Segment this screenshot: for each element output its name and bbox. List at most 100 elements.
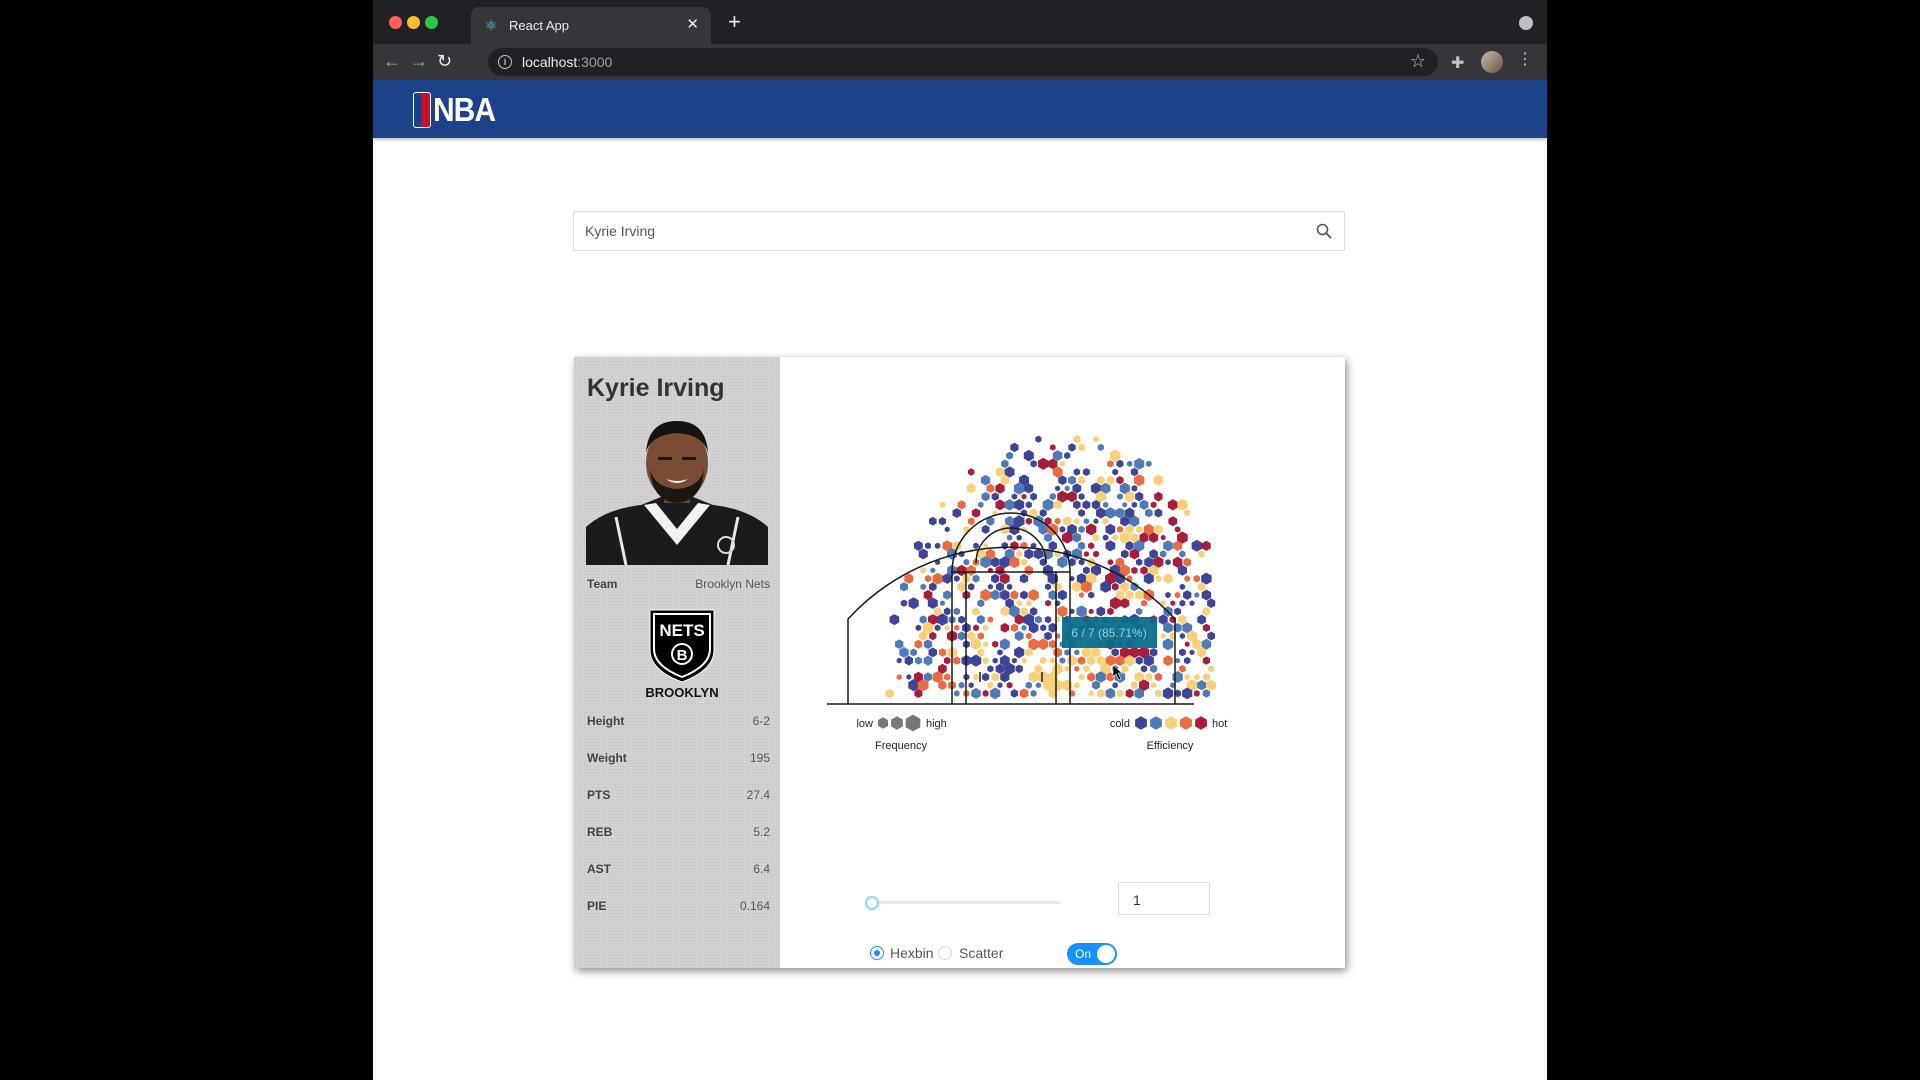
hexbin-cell[interactable] [1057, 589, 1067, 601]
hexbin-cell[interactable] [1058, 475, 1067, 485]
hexbin-cell[interactable] [896, 674, 902, 680]
hexbin-cell[interactable] [1040, 656, 1047, 665]
hexbin-cell[interactable] [1125, 590, 1134, 600]
hexbin-cell[interactable] [1021, 493, 1027, 500]
hexbin-cell[interactable] [1072, 483, 1082, 494]
hexbin-cell[interactable] [1064, 665, 1070, 672]
hexbin-cell[interactable] [1162, 687, 1174, 700]
hexbin-cell[interactable] [1179, 665, 1186, 673]
hexbin-cell[interactable] [1149, 549, 1158, 559]
hexbin-cell[interactable] [1010, 442, 1019, 453]
hexbin-cell[interactable] [957, 500, 966, 510]
hexbin-cell[interactable] [1096, 507, 1106, 519]
hexbin-cell[interactable] [1055, 485, 1061, 492]
hexbin-cell[interactable] [1000, 589, 1010, 601]
hexbin-cell[interactable] [1062, 679, 1073, 692]
tab-search-icon[interactable] [1519, 16, 1533, 30]
new-tab-button[interactable]: + [728, 11, 741, 33]
hexbin-cell[interactable] [1130, 467, 1138, 477]
hexbin-cell[interactable] [1202, 540, 1211, 551]
hexbin-cell[interactable] [1073, 468, 1080, 476]
hexbin-cell[interactable] [904, 573, 914, 584]
hexbin-cell[interactable] [1021, 657, 1027, 664]
hexbin-cell[interactable] [990, 589, 1000, 601]
hexbin-cell[interactable] [953, 656, 961, 665]
hexbin-cell[interactable] [1076, 605, 1087, 618]
hexbin-cell[interactable] [967, 631, 976, 641]
hexbin-cell[interactable] [1163, 540, 1173, 552]
hexbin-cell[interactable] [1198, 550, 1205, 558]
hexbin-cell[interactable] [1140, 566, 1148, 575]
hexbin-cell[interactable] [1016, 534, 1022, 541]
hexbin-cell[interactable] [1030, 689, 1037, 697]
close-window-button[interactable] [389, 16, 402, 29]
hexbin-cell[interactable] [900, 582, 908, 592]
hexbin-cell[interactable] [1126, 460, 1133, 467]
hexbin-cell[interactable] [933, 607, 942, 616]
hexbin-cell[interactable] [1131, 485, 1138, 492]
hexbin-cell[interactable] [1010, 590, 1019, 600]
hexbin-cell[interactable] [1131, 681, 1138, 690]
hexbin-cell[interactable] [908, 597, 919, 610]
hexbin-cell[interactable] [1082, 468, 1090, 476]
hexbin-cell[interactable] [1024, 548, 1034, 560]
hexbin-cell[interactable] [977, 599, 985, 608]
hexbin-cell[interactable] [1125, 541, 1134, 551]
hexbin-cell[interactable] [1028, 671, 1039, 683]
hexbin-cell[interactable] [1112, 682, 1118, 689]
hexbin-cell[interactable] [1030, 492, 1037, 501]
hexbin-cell[interactable] [1135, 525, 1143, 534]
hexbin-cell[interactable] [1168, 516, 1178, 527]
hexbin-cell[interactable] [1179, 583, 1186, 590]
hexbin-cell[interactable] [1025, 648, 1033, 657]
hexbin-cell[interactable] [1179, 648, 1186, 657]
hexbin-cell[interactable] [1093, 550, 1099, 558]
hexbin-cell[interactable] [1077, 656, 1086, 665]
hexbin-cell[interactable] [923, 655, 933, 666]
hexbin-cell[interactable] [1135, 491, 1144, 502]
hexbin-cell[interactable] [1079, 592, 1085, 598]
hexbin-radio-label[interactable]: Hexbin [890, 945, 934, 961]
hexbin-cell[interactable] [1112, 468, 1119, 476]
forward-icon[interactable]: → [410, 50, 428, 72]
hexbin-cell[interactable] [1208, 665, 1215, 673]
hexbin-cell[interactable] [1175, 657, 1180, 664]
hexbin-cell[interactable] [1073, 500, 1081, 510]
hexbin-cell[interactable] [1034, 664, 1043, 674]
hexbin-cell[interactable] [992, 640, 999, 648]
hexbin-cell[interactable] [1020, 590, 1028, 600]
back-icon[interactable]: ← [383, 50, 401, 72]
hexbin-cell[interactable] [995, 483, 1005, 494]
hexbin-cell[interactable] [1042, 498, 1054, 511]
hexbin-cell[interactable] [1189, 600, 1195, 607]
minimize-window-button[interactable] [407, 16, 420, 29]
search-icon[interactable] [1316, 223, 1332, 239]
hexbin-cell[interactable] [1053, 647, 1062, 658]
hexbin-cell[interactable] [1107, 559, 1114, 566]
hexbin-cell[interactable] [1010, 623, 1019, 632]
hexbin-cell[interactable] [1154, 672, 1163, 682]
hexbin-cell[interactable] [1162, 638, 1174, 651]
hexbin-cell[interactable] [1140, 665, 1148, 673]
address-bar[interactable]: i localhost:3000 ☆ [488, 48, 1438, 76]
hexbin-cell[interactable] [982, 689, 989, 697]
hexbin-cell[interactable] [1038, 638, 1049, 650]
hexbin-cell[interactable] [1067, 491, 1077, 503]
hexbin-cell[interactable] [1053, 500, 1062, 510]
hexbin-cell[interactable] [885, 688, 894, 699]
hexbin-cell[interactable] [987, 583, 993, 590]
hexbin-cell[interactable] [1083, 566, 1090, 575]
hexbin-cell[interactable] [995, 499, 1005, 511]
hexbin-cell[interactable] [938, 517, 946, 526]
hexbin-cell[interactable] [1078, 541, 1086, 550]
hexbin-cell[interactable] [1096, 606, 1106, 617]
hexbin-cell[interactable] [1193, 574, 1200, 583]
hexbin-cell[interactable] [1028, 589, 1039, 601]
hexbin-cell[interactable] [1053, 582, 1062, 592]
hexbin-cell[interactable] [1194, 673, 1200, 681]
hexbin-cell[interactable] [972, 574, 980, 583]
hexbin-cell[interactable] [923, 639, 933, 649]
hexbin-cell[interactable] [1064, 649, 1071, 656]
hexbin-cell[interactable] [982, 624, 989, 631]
hexbin-cell[interactable] [1202, 623, 1210, 632]
